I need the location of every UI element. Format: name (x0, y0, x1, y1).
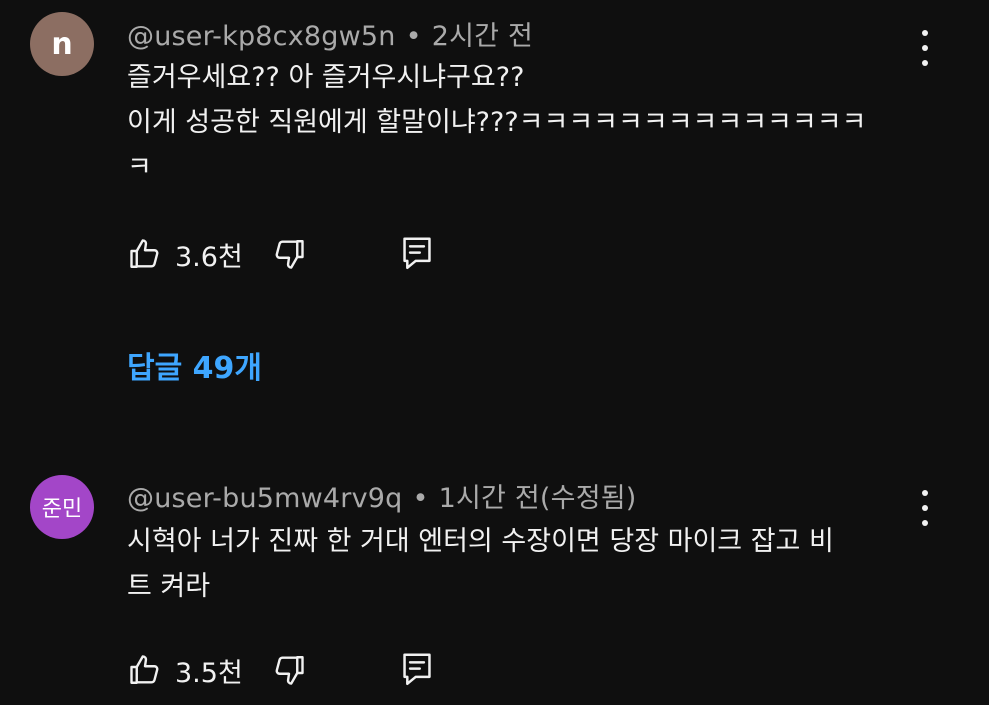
separator: • (405, 21, 422, 52)
like-count: 3.5천 (175, 657, 243, 689)
username[interactable]: @user-bu5mw4rv9q (127, 483, 403, 514)
more-options-dot (922, 505, 928, 511)
comment-actions: 3.5천 (127, 650, 433, 690)
more-options-icon (922, 30, 928, 36)
reply-icon (403, 653, 431, 686)
timestamp[interactable]: 2시간 전 (432, 21, 533, 52)
dislike-icon (275, 656, 304, 685)
view-replies-button[interactable]: 답글 49개 (127, 343, 262, 387)
avatar-letter: 준민 (41, 497, 83, 522)
like-button[interactable] (127, 652, 163, 688)
dislike-button[interactable] (271, 236, 307, 272)
avatar[interactable]: n (30, 12, 94, 76)
avatar[interactable]: 준민 (30, 475, 94, 539)
like-icon (130, 239, 159, 268)
dislike-button[interactable] (271, 652, 307, 688)
more-options-dot (922, 45, 928, 51)
like-button[interactable] (127, 236, 163, 272)
timestamp[interactable]: 1시간 전(수정됨) (439, 483, 637, 514)
comment-meta: @user-kp8cx8gw5n • 2시간 전 (127, 14, 533, 53)
comment-line: ㅋ (127, 152, 152, 183)
comment-line: 즐거우세요?? 아 즐거우시냐구요?? (127, 62, 525, 93)
reply-icon (403, 237, 431, 270)
comment-actions: 3.6천 (127, 234, 433, 274)
comment-text: 즐거우세요?? 아 즐거우시냐구요?? 이게 성공한 직원에게 할말이냐???ㅋ… (127, 55, 927, 190)
reply-button[interactable] (401, 236, 433, 272)
comment-line: 이게 성공한 직원에게 할말이냐???ㅋㅋㅋㅋㅋㅋㅋㅋㅋㅋㅋㅋㅋㅋ (127, 107, 867, 138)
comment-line: 시혁아 너가 진짜 한 거대 엔터의 수장이면 당장 마이크 잡고 비 (127, 526, 834, 557)
reply-button[interactable] (401, 652, 433, 688)
avatar-letter: n (51, 26, 73, 62)
more-options-icon (922, 490, 928, 496)
comment-meta: @user-bu5mw4rv9q • 1시간 전(수정됨) (127, 476, 637, 515)
comment-text: 시혁아 너가 진짜 한 거대 엔터의 수장이면 당장 마이크 잡고 비 트 켜라 (127, 519, 927, 609)
like-count: 3.6천 (175, 241, 243, 273)
comment-line: 트 켜라 (127, 571, 211, 602)
username[interactable]: @user-kp8cx8gw5n (127, 21, 396, 52)
like-icon (130, 655, 159, 684)
separator: • (412, 483, 429, 514)
dislike-icon (275, 240, 304, 269)
